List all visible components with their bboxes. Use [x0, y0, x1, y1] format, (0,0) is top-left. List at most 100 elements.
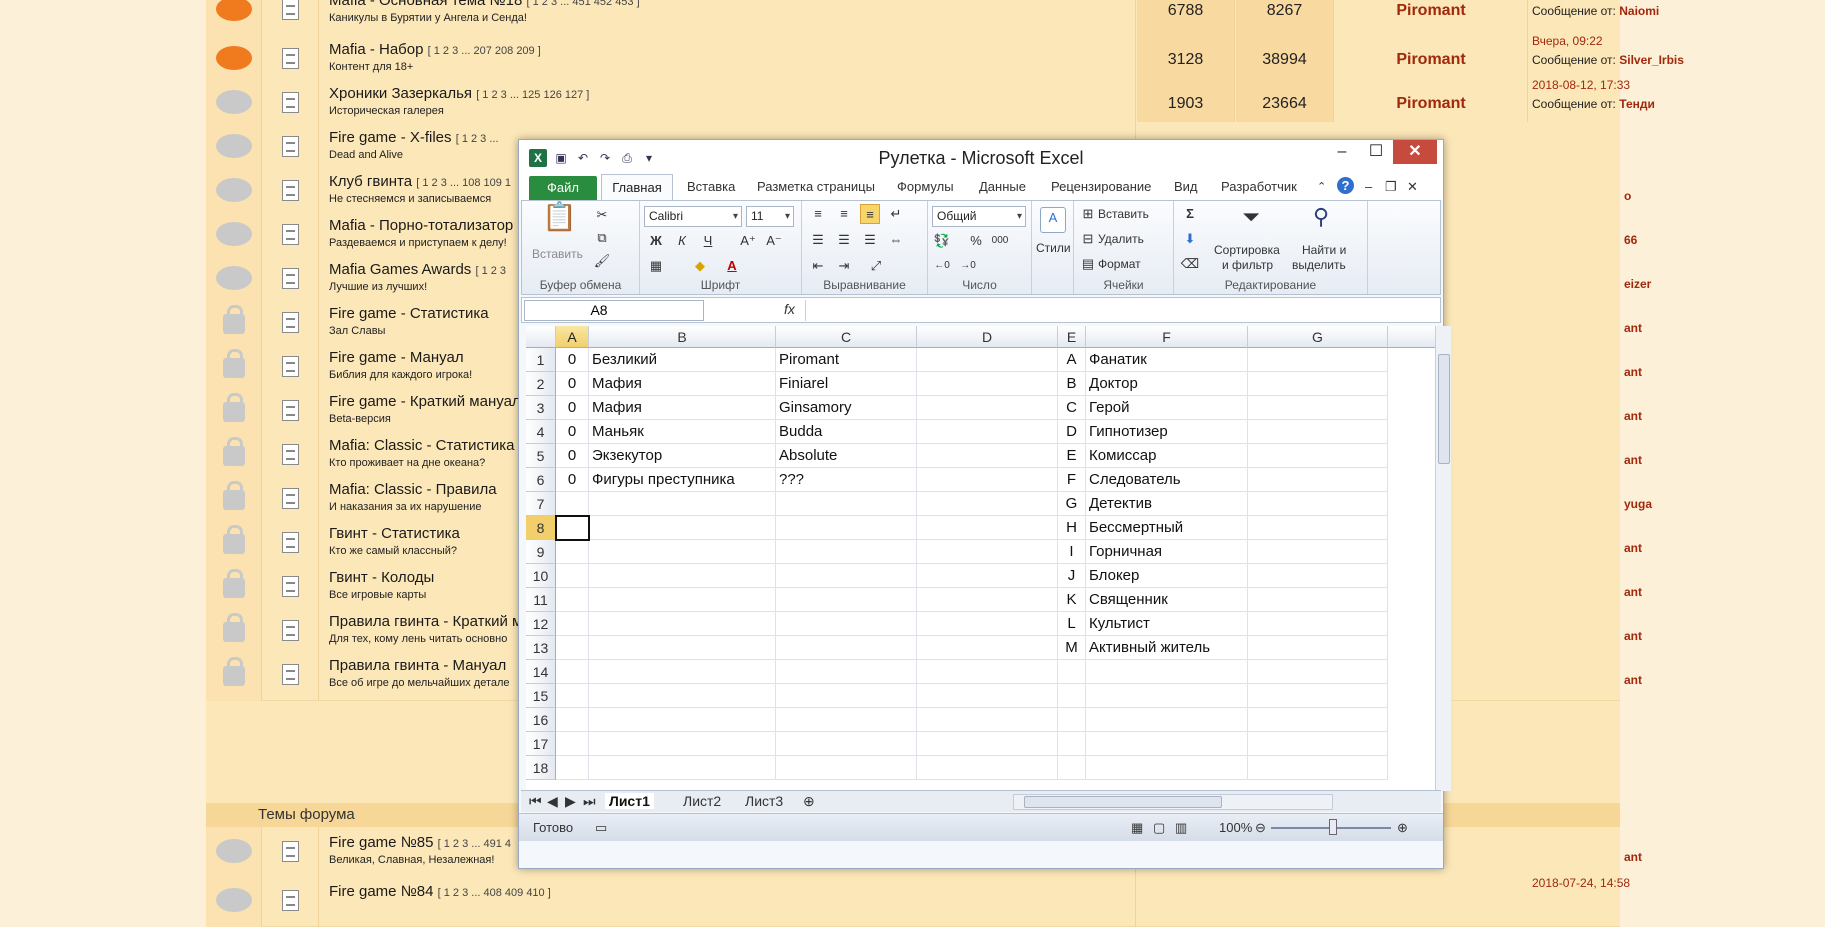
cell-d11[interactable]: [917, 588, 1058, 612]
cell-e15[interactable]: [1058, 684, 1086, 708]
bold-button[interactable]: Ж: [646, 231, 666, 251]
cell-a5[interactable]: 0: [556, 444, 589, 468]
cell-c16[interactable]: [776, 708, 917, 732]
cell-d12[interactable]: [917, 612, 1058, 636]
cell-a12[interactable]: [556, 612, 589, 636]
decrease-indent-icon[interactable]: ⇤: [808, 256, 828, 276]
cell-f2[interactable]: Доктор: [1086, 372, 1248, 396]
cell-a13[interactable]: [556, 636, 589, 660]
cell-b6[interactable]: Фигуры преступника: [589, 468, 776, 492]
cell-c7[interactable]: [776, 492, 917, 516]
column-header-e[interactable]: E: [1058, 326, 1086, 348]
cell-g5[interactable]: [1248, 444, 1388, 468]
page-layout-view-icon[interactable]: ▢: [1153, 820, 1165, 836]
topic-title-text[interactable]: Fire game №84: [329, 883, 433, 900]
minimize-button[interactable]: –: [1325, 140, 1359, 164]
cell-b13[interactable]: [589, 636, 776, 660]
cell-a6[interactable]: 0: [556, 468, 589, 492]
align-right-icon[interactable]: ☰: [860, 230, 880, 250]
cell-g13[interactable]: [1248, 636, 1388, 660]
column-header-h[interactable]: [1388, 326, 1435, 348]
cell-f15[interactable]: [1086, 684, 1248, 708]
cell-g2[interactable]: [1248, 372, 1388, 396]
cell-f14[interactable]: [1086, 660, 1248, 684]
cell-a3[interactable]: 0: [556, 396, 589, 420]
forum-topic-row[interactable]: Fire game №84 [ 1 2 3 ... 408 409 410 ] 2…: [206, 876, 1630, 927]
cell-f17[interactable]: [1086, 732, 1248, 756]
cell-c8[interactable]: [776, 516, 917, 540]
cell-g18[interactable]: [1248, 756, 1388, 780]
topic-pages[interactable]: [ 1 2 3 ... 125 126 127 ]: [476, 89, 589, 101]
topic-title[interactable]: Mafia: Classic - Статистика: [329, 437, 514, 454]
row-header[interactable]: 17: [526, 732, 556, 756]
cell-g11[interactable]: [1248, 588, 1388, 612]
sheet-nav-last-icon[interactable]: ⏭: [583, 793, 596, 810]
topic-title-text[interactable]: Fire game - Мануал: [329, 349, 464, 366]
paste-icon[interactable]: 📋: [542, 203, 577, 243]
cell-c6[interactable]: ???: [776, 468, 917, 492]
row-header[interactable]: 9: [526, 540, 556, 564]
doc-close-icon[interactable]: ✕: [1407, 179, 1418, 195]
topic-title[interactable]: Гвинт - Колоды: [329, 569, 434, 586]
topic-title-text[interactable]: Правила гвинта - Мануал: [329, 657, 506, 674]
cell-d17[interactable]: [917, 732, 1058, 756]
zoom-slider-knob[interactable]: [1329, 819, 1337, 835]
topic-author[interactable]: Piromant: [1335, 0, 1528, 36]
row-header[interactable]: 5: [526, 444, 556, 468]
cell-c2[interactable]: Finiarel: [776, 372, 917, 396]
last-post-user-partial[interactable]: ant: [1624, 321, 1642, 335]
orientation-icon[interactable]: ⤢: [866, 256, 886, 276]
last-post-user-partial[interactable]: yuga: [1624, 497, 1652, 511]
row-header[interactable]: 15: [526, 684, 556, 708]
fill-icon[interactable]: ⬇: [1180, 229, 1200, 249]
cell-g10[interactable]: [1248, 564, 1388, 588]
cell-b2[interactable]: Мафия: [589, 372, 776, 396]
tab-view[interactable]: Вид: [1174, 179, 1198, 194]
cell-e12[interactable]: L: [1058, 612, 1086, 636]
cell-a17[interactable]: [556, 732, 589, 756]
row-header[interactable]: 7: [526, 492, 556, 516]
clear-icon[interactable]: ⌫: [1180, 254, 1200, 274]
topic-title-text[interactable]: Mafia - Основная тема №18: [329, 0, 522, 9]
cell-d9[interactable]: [917, 540, 1058, 564]
topic-title[interactable]: Хроники Зазеркалья [ 1 2 3 ... 125 126 1…: [329, 85, 589, 102]
number-format-select[interactable]: Общий: [932, 206, 1026, 227]
topic-title[interactable]: Mafia - Набор [ 1 2 3 ... 207 208 209 ]: [329, 41, 541, 58]
topic-title[interactable]: Mafia: Classic - Правила: [329, 481, 497, 498]
cell-e3[interactable]: C: [1058, 396, 1086, 420]
forum-topic-row[interactable]: Mafia - Основная тема №18 [ 1 2 3 ... 45…: [206, 0, 1659, 36]
column-header-d[interactable]: D: [917, 326, 1058, 348]
grow-font-icon[interactable]: A⁺: [738, 231, 758, 251]
sheet-nav-next-icon[interactable]: ▶: [565, 793, 576, 810]
row-header[interactable]: 16: [526, 708, 556, 732]
cell-c15[interactable]: [776, 684, 917, 708]
topic-pages[interactable]: [ 1 2 3 ... 491 4: [438, 838, 511, 850]
cell-g12[interactable]: [1248, 612, 1388, 636]
cell-c17[interactable]: [776, 732, 917, 756]
topic-title-text[interactable]: Правила гвинта - Краткий м: [329, 613, 522, 630]
cell-f3[interactable]: Герой: [1086, 396, 1248, 420]
sheet-tab-3[interactable]: Лист3: [745, 793, 783, 809]
last-post-user-partial[interactable]: ant: [1624, 365, 1642, 379]
last-post-user[interactable]: Тенди: [1619, 97, 1655, 111]
topic-title-text[interactable]: Хроники Зазеркалья: [329, 85, 472, 102]
cell-e7[interactable]: G: [1058, 492, 1086, 516]
sheet-tab-1[interactable]: Лист1: [605, 793, 654, 809]
topic-title-text[interactable]: Гвинт - Статистика: [329, 525, 460, 542]
last-post-user-partial[interactable]: ant: [1624, 629, 1642, 643]
cell-a16[interactable]: [556, 708, 589, 732]
macro-record-icon[interactable]: ▭: [595, 820, 607, 836]
topic-title-text[interactable]: Mafia: Classic - Правила: [329, 481, 497, 498]
cell-f16[interactable]: [1086, 708, 1248, 732]
cell-b17[interactable]: [589, 732, 776, 756]
normal-view-icon[interactable]: ▦: [1131, 820, 1143, 836]
sort-filter-label-2[interactable]: и фильтр: [1222, 258, 1273, 272]
cell-b10[interactable]: [589, 564, 776, 588]
align-middle-icon[interactable]: ≡: [834, 204, 854, 224]
last-post-user-partial[interactable]: ant: [1624, 585, 1642, 599]
minimize-ribbon-icon[interactable]: ⌃: [1317, 180, 1326, 193]
topic-title[interactable]: Fire game №84 [ 1 2 3 ... 408 409 410 ]: [329, 883, 551, 900]
styles-label[interactable]: Стили: [1036, 241, 1071, 255]
tab-file[interactable]: Файл: [529, 176, 597, 200]
format-cells-button[interactable]: Формат: [1098, 257, 1141, 271]
